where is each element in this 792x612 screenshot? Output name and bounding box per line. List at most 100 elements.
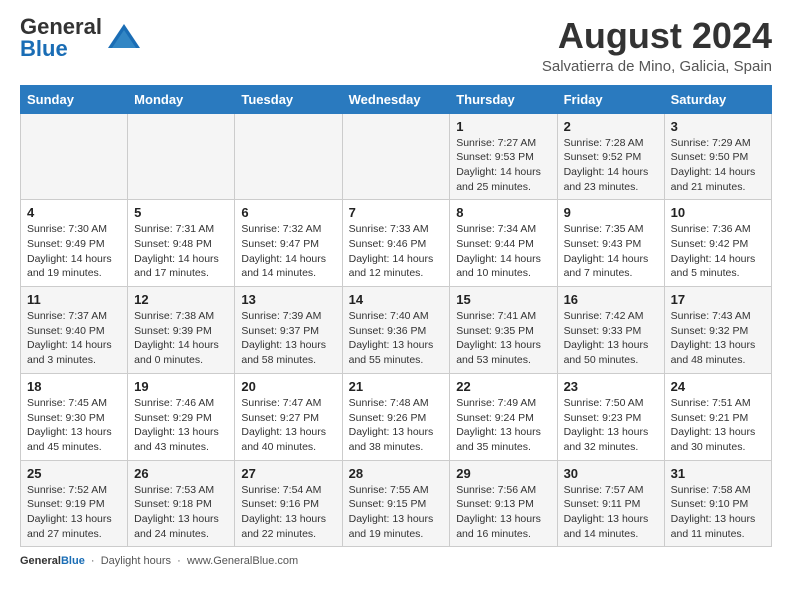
day-number: 27 [241, 466, 335, 481]
day-number: 25 [27, 466, 121, 481]
day-number: 6 [241, 205, 335, 220]
day-detail: Sunrise: 7:41 AM Sunset: 9:35 PM Dayligh… [456, 309, 550, 368]
day-cell [128, 113, 235, 200]
day-cell: 25 Sunrise: 7:52 AM Sunset: 9:19 PM Dayli… [21, 460, 128, 547]
day-detail: Sunrise: 7:35 AM Sunset: 9:43 PM Dayligh… [564, 222, 658, 281]
week-row-4: 18 Sunrise: 7:45 AM Sunset: 9:30 PM Dayli… [21, 373, 772, 460]
day-cell: 21Sunrise: 7:48 AM Sunset: 9:26 PM Dayli… [342, 373, 450, 460]
day-cell: 18 Sunrise: 7:45 AM Sunset: 9:30 PM Dayli… [21, 373, 128, 460]
day-detail: Sunrise: 7:30 AM Sunset: 9:49 PM Dayligh… [27, 222, 121, 281]
day-number: 23 [564, 379, 658, 394]
day-cell: 5 Sunrise: 7:31 AM Sunset: 9:48 PM Daylig… [128, 200, 235, 287]
day-cell: 17Sunrise: 7:43 AM Sunset: 9:32 PM Dayli… [664, 287, 771, 374]
day-detail: Sunrise: 7:49 AM Sunset: 9:24 PM Dayligh… [456, 396, 550, 455]
day-number: 28 [349, 466, 444, 481]
day-number: 9 [564, 205, 658, 220]
calendar-header-row: SundayMondayTuesdayWednesdayThursdayFrid… [21, 85, 772, 113]
day-number: 15 [456, 292, 550, 307]
day-number: 3 [671, 119, 765, 134]
day-detail: Sunrise: 7:39 AM Sunset: 9:37 PM Dayligh… [241, 309, 335, 368]
day-number: 20 [241, 379, 335, 394]
day-cell [342, 113, 450, 200]
day-detail: Sunrise: 7:51 AM Sunset: 9:21 PM Dayligh… [671, 396, 765, 455]
day-detail: Sunrise: 7:58 AM Sunset: 9:10 PM Dayligh… [671, 483, 765, 542]
header-cell-tuesday: Tuesday [235, 85, 342, 113]
day-detail: Sunrise: 7:52 AM Sunset: 9:19 PM Dayligh… [27, 483, 121, 542]
day-number: 2 [564, 119, 658, 134]
title-block: August 2024 Salvatierra de Mino, Galicia… [542, 16, 772, 75]
day-cell: 9 Sunrise: 7:35 AM Sunset: 9:43 PM Daylig… [557, 200, 664, 287]
day-number: 24 [671, 379, 765, 394]
day-number: 4 [27, 205, 121, 220]
day-detail: Sunrise: 7:34 AM Sunset: 9:44 PM Dayligh… [456, 222, 550, 281]
logo-icon [106, 20, 142, 56]
day-number: 13 [241, 292, 335, 307]
day-cell: 20 Sunrise: 7:47 AM Sunset: 9:27 PM Dayli… [235, 373, 342, 460]
day-detail: Sunrise: 7:31 AM Sunset: 9:48 PM Dayligh… [134, 222, 228, 281]
day-cell: 26 Sunrise: 7:53 AM Sunset: 9:18 PM Dayli… [128, 460, 235, 547]
day-cell: 22 Sunrise: 7:49 AM Sunset: 9:24 PM Dayli… [450, 373, 557, 460]
day-detail: Sunrise: 7:29 AM Sunset: 9:50 PM Dayligh… [671, 136, 765, 195]
day-detail: Sunrise: 7:37 AM Sunset: 9:40 PM Dayligh… [27, 309, 121, 368]
day-detail: Sunrise: 7:57 AM Sunset: 9:11 PM Dayligh… [564, 483, 658, 542]
day-number: 7 [349, 205, 444, 220]
day-cell [235, 113, 342, 200]
day-number: 18 [27, 379, 121, 394]
day-cell: 28 Sunrise: 7:55 AM Sunset: 9:15 PM Dayli… [342, 460, 450, 547]
week-row-5: 25 Sunrise: 7:52 AM Sunset: 9:19 PM Dayli… [21, 460, 772, 547]
day-cell: 4 Sunrise: 7:30 AM Sunset: 9:49 PM Daylig… [21, 200, 128, 287]
day-number: 21 [349, 379, 444, 394]
day-number: 16 [564, 292, 658, 307]
day-number: 29 [456, 466, 550, 481]
day-detail: Sunrise: 7:55 AM Sunset: 9:15 PM Dayligh… [349, 483, 444, 542]
day-detail: Sunrise: 7:32 AM Sunset: 9:47 PM Dayligh… [241, 222, 335, 281]
day-number: 5 [134, 205, 228, 220]
day-number: 19 [134, 379, 228, 394]
day-number: 1 [456, 119, 550, 134]
day-number: 26 [134, 466, 228, 481]
header-cell-sunday: Sunday [21, 85, 128, 113]
day-detail: Sunrise: 7:28 AM Sunset: 9:52 PM Dayligh… [564, 136, 658, 195]
day-detail: Sunrise: 7:46 AM Sunset: 9:29 PM Dayligh… [134, 396, 228, 455]
day-cell: 16 Sunrise: 7:42 AM Sunset: 9:33 PM Dayli… [557, 287, 664, 374]
page-header: General Blue August 2024 Salvatierra de … [20, 16, 772, 75]
day-detail: Sunrise: 7:36 AM Sunset: 9:42 PM Dayligh… [671, 222, 765, 281]
day-cell: 31Sunrise: 7:58 AM Sunset: 9:10 PM Dayli… [664, 460, 771, 547]
day-detail: Sunrise: 7:54 AM Sunset: 9:16 PM Dayligh… [241, 483, 335, 542]
day-cell: 24 Sunrise: 7:51 AM Sunset: 9:21 PM Dayli… [664, 373, 771, 460]
logo: General Blue [20, 16, 142, 60]
week-row-2: 4 Sunrise: 7:30 AM Sunset: 9:49 PM Daylig… [21, 200, 772, 287]
day-number: 12 [134, 292, 228, 307]
subtitle: Salvatierra de Mino, Galicia, Spain [542, 58, 772, 75]
footer-url: www.GeneralBlue.com [187, 555, 298, 567]
day-detail: Sunrise: 7:53 AM Sunset: 9:18 PM Dayligh… [134, 483, 228, 542]
day-number: 11 [27, 292, 121, 307]
day-cell: 11 Sunrise: 7:37 AM Sunset: 9:40 PM Dayli… [21, 287, 128, 374]
day-detail: Sunrise: 7:42 AM Sunset: 9:33 PM Dayligh… [564, 309, 658, 368]
day-cell [21, 113, 128, 200]
day-detail: Sunrise: 7:47 AM Sunset: 9:27 PM Dayligh… [241, 396, 335, 455]
day-detail: Sunrise: 7:27 AM Sunset: 9:53 PM Dayligh… [456, 136, 550, 195]
day-detail: Sunrise: 7:45 AM Sunset: 9:30 PM Dayligh… [27, 396, 121, 455]
day-cell: 6 Sunrise: 7:32 AM Sunset: 9:47 PM Daylig… [235, 200, 342, 287]
day-cell: 3 Sunrise: 7:29 AM Sunset: 9:50 PM Daylig… [664, 113, 771, 200]
day-number: 22 [456, 379, 550, 394]
header-cell-wednesday: Wednesday [342, 85, 450, 113]
day-number: 8 [456, 205, 550, 220]
day-cell: 27 Sunrise: 7:54 AM Sunset: 9:16 PM Dayli… [235, 460, 342, 547]
day-detail: Sunrise: 7:56 AM Sunset: 9:13 PM Dayligh… [456, 483, 550, 542]
header-cell-monday: Monday [128, 85, 235, 113]
week-row-3: 11 Sunrise: 7:37 AM Sunset: 9:40 PM Dayli… [21, 287, 772, 374]
day-cell: 29 Sunrise: 7:56 AM Sunset: 9:13 PM Dayli… [450, 460, 557, 547]
day-cell: 15 Sunrise: 7:41 AM Sunset: 9:35 PM Dayli… [450, 287, 557, 374]
day-cell: 10Sunrise: 7:36 AM Sunset: 9:42 PM Dayli… [664, 200, 771, 287]
day-detail: Sunrise: 7:50 AM Sunset: 9:23 PM Dayligh… [564, 396, 658, 455]
main-title: August 2024 [542, 16, 772, 56]
header-cell-thursday: Thursday [450, 85, 557, 113]
day-detail: Sunrise: 7:43 AM Sunset: 9:32 PM Dayligh… [671, 309, 765, 368]
day-detail: Sunrise: 7:33 AM Sunset: 9:46 PM Dayligh… [349, 222, 444, 281]
calendar-table: SundayMondayTuesdayWednesdayThursdayFrid… [20, 85, 772, 548]
day-cell: 19 Sunrise: 7:46 AM Sunset: 9:29 PM Dayli… [128, 373, 235, 460]
week-row-1: 1 Sunrise: 7:27 AM Sunset: 9:53 PM Daylig… [21, 113, 772, 200]
header-cell-friday: Friday [557, 85, 664, 113]
